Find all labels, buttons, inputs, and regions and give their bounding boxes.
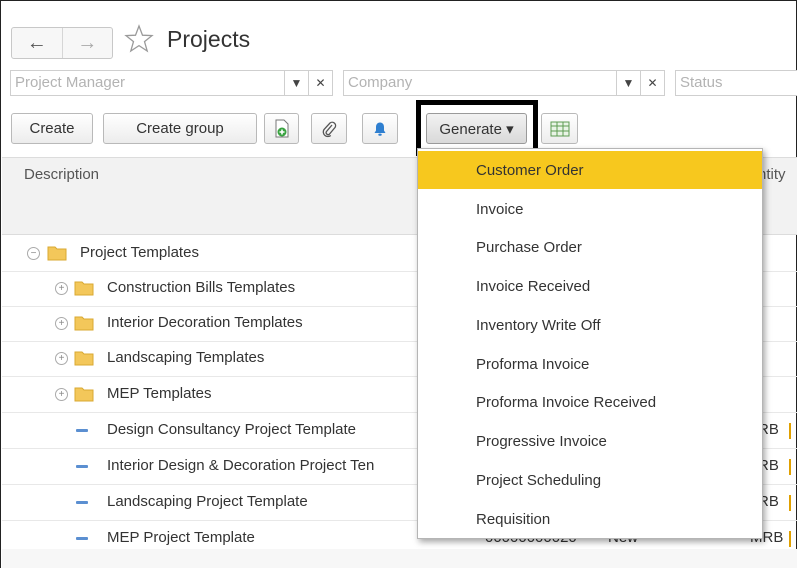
expand-icon[interactable]: + bbox=[55, 317, 68, 330]
back-button[interactable]: ← bbox=[12, 28, 62, 58]
folder-icon bbox=[74, 351, 94, 366]
expand-icon[interactable]: + bbox=[55, 282, 68, 295]
row-label: Landscaping Templates bbox=[107, 349, 265, 366]
create-button[interactable]: Create bbox=[11, 113, 93, 144]
row-marker bbox=[789, 423, 791, 439]
row-marker bbox=[789, 495, 791, 511]
generate-button[interactable]: Generate ▾ bbox=[426, 113, 527, 144]
attach-button[interactable] bbox=[311, 113, 347, 144]
menu-item-proforma-invoice[interactable]: Proforma Invoice bbox=[418, 345, 762, 383]
row-label: Interior Decoration Templates bbox=[107, 314, 303, 331]
row-marker bbox=[789, 531, 791, 547]
chevron-down-icon[interactable]: ▼ bbox=[284, 71, 308, 95]
item-icon bbox=[76, 429, 88, 432]
row-label: MEP Templates bbox=[107, 385, 212, 402]
folder-icon bbox=[74, 316, 94, 331]
menu-item-purchase-order[interactable]: Purchase Order bbox=[418, 228, 762, 266]
folder-icon bbox=[47, 246, 67, 261]
generate-dropdown-menu: Customer Order Invoice Purchase Order In… bbox=[417, 148, 763, 539]
row-label: Project Templates bbox=[80, 244, 199, 261]
add-document-button[interactable] bbox=[264, 113, 299, 144]
menu-item-customer-order[interactable]: Customer Order bbox=[418, 151, 762, 189]
menu-item-inventory-write-off[interactable]: Inventory Write Off bbox=[418, 306, 762, 344]
reminder-button[interactable] bbox=[362, 113, 398, 144]
column-header-description[interactable]: Description bbox=[24, 166, 99, 183]
menu-item-requisition[interactable]: Requisition bbox=[418, 500, 762, 538]
table-footer bbox=[2, 549, 797, 568]
row-label: MEP Project Template bbox=[107, 529, 255, 546]
close-icon[interactable]: ✕ bbox=[640, 71, 664, 95]
add-document-icon bbox=[275, 119, 288, 137]
row-label: Design Consultancy Project Template bbox=[107, 421, 357, 438]
menu-item-progressive-invoice[interactable]: Progressive Invoice bbox=[418, 422, 762, 460]
row-marker bbox=[789, 459, 791, 475]
status-filter[interactable]: Status bbox=[675, 70, 797, 96]
status-input[interactable]: Status bbox=[676, 71, 797, 95]
menu-item-invoice-received[interactable]: Invoice Received bbox=[418, 267, 762, 305]
company-input[interactable]: Company bbox=[344, 71, 616, 95]
create-group-button[interactable]: Create group bbox=[103, 113, 257, 144]
favorite-star-icon[interactable] bbox=[123, 23, 155, 55]
spreadsheet-icon bbox=[550, 121, 569, 136]
menu-item-proforma-invoice-received[interactable]: Proforma Invoice Received bbox=[418, 383, 762, 421]
row-label: Interior Design & Decoration Project Ten bbox=[107, 457, 375, 474]
row-label: Landscaping Project Template bbox=[107, 493, 308, 510]
page-title: Projects bbox=[167, 26, 251, 52]
projects-window: ← → Projects Project Manager ▼ ✕ Company… bbox=[0, 0, 797, 568]
expand-icon[interactable]: + bbox=[55, 352, 68, 365]
expand-icon[interactable]: + bbox=[55, 388, 68, 401]
forward-button[interactable]: → bbox=[61, 28, 113, 58]
menu-item-invoice[interactable]: Invoice bbox=[418, 190, 762, 228]
menu-item-project-scheduling[interactable]: Project Scheduling bbox=[418, 461, 762, 499]
folder-icon bbox=[74, 281, 94, 296]
navigation-group: ← → bbox=[11, 27, 113, 59]
close-icon[interactable]: ✕ bbox=[308, 71, 332, 95]
item-icon bbox=[76, 465, 88, 468]
row-label: Construction Bills Templates bbox=[107, 279, 296, 296]
chevron-down-icon[interactable]: ▼ bbox=[616, 71, 640, 95]
company-filter[interactable]: Company ▼ ✕ bbox=[343, 70, 665, 96]
export-spreadsheet-button[interactable] bbox=[541, 113, 578, 144]
folder-icon bbox=[74, 387, 94, 402]
project-manager-filter[interactable]: Project Manager ▼ ✕ bbox=[10, 70, 333, 96]
paperclip-icon bbox=[322, 121, 337, 137]
item-icon bbox=[76, 537, 88, 540]
collapse-icon[interactable]: − bbox=[27, 247, 40, 260]
bell-icon bbox=[374, 122, 386, 136]
project-manager-input[interactable]: Project Manager bbox=[11, 71, 284, 95]
item-icon bbox=[76, 501, 88, 504]
